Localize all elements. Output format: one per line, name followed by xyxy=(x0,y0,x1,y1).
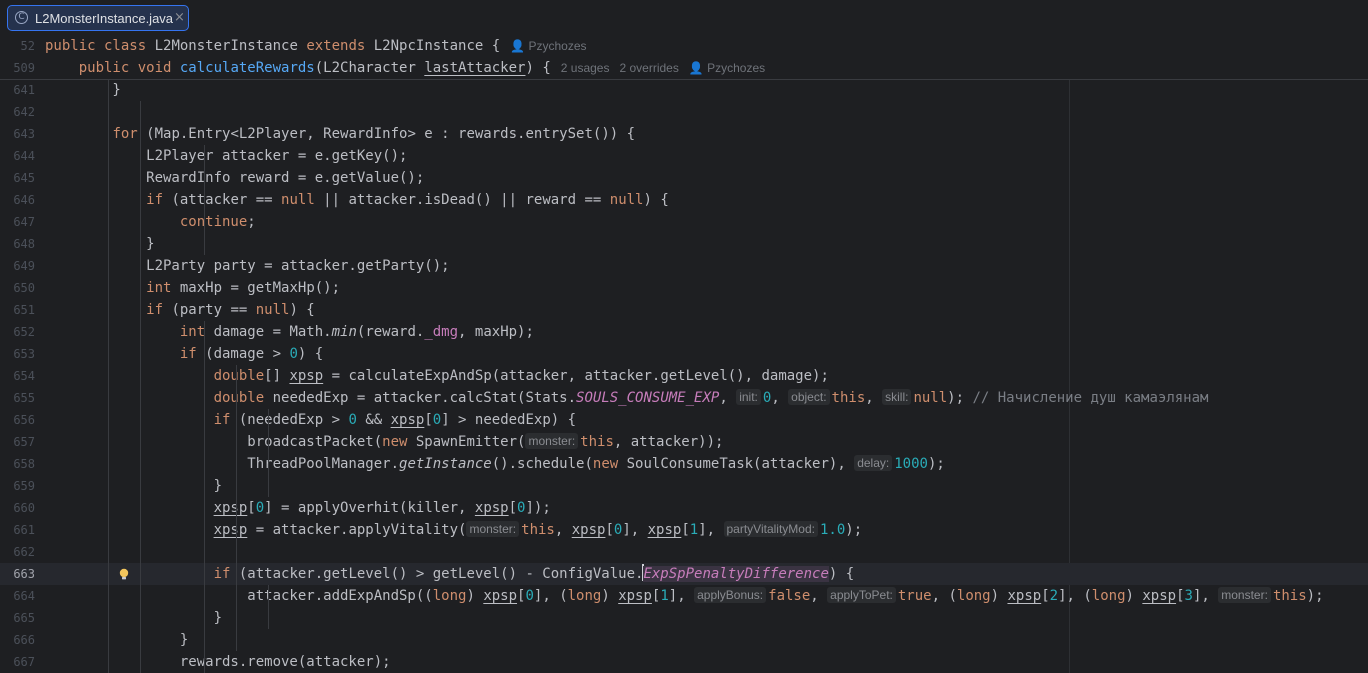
indent-guide xyxy=(268,585,269,629)
code-text[interactable]: if (party == null) { xyxy=(45,299,315,321)
indent-guide xyxy=(268,409,269,497)
current-line[interactable]: 663 if (attacker.getLevel() > getLevel()… xyxy=(0,563,1368,585)
code-text[interactable]: } xyxy=(45,475,222,497)
code-text[interactable]: int maxHp = getMaxHp(); xyxy=(45,277,340,299)
line-number[interactable]: 667 xyxy=(0,651,35,673)
line-number[interactable]: 643 xyxy=(0,123,35,145)
code-text[interactable]: public class L2MonsterInstance extends L… xyxy=(45,35,587,57)
line-number[interactable]: 661 xyxy=(0,519,35,541)
code-text[interactable]: } xyxy=(45,233,154,255)
line-number[interactable]: 652 xyxy=(0,321,35,343)
line-number[interactable]: 509 xyxy=(0,57,35,79)
code-text[interactable]: L2Party party = attacker.getParty(); xyxy=(45,255,449,277)
code-line[interactable]: 662 xyxy=(0,541,1368,563)
code-line[interactable]: 647 continue; xyxy=(0,211,1368,233)
line-number[interactable]: 641 xyxy=(0,79,35,101)
code-line[interactable]: 664 attacker.addExpAndSp((long) xpsp[0],… xyxy=(0,585,1368,607)
code-line[interactable]: 643 for (Map.Entry<L2Player, RewardInfo>… xyxy=(0,123,1368,145)
line-number[interactable]: 649 xyxy=(0,255,35,277)
line-number[interactable]: 662 xyxy=(0,541,35,563)
editor-tab-bar: C L2MonsterInstance.java × xyxy=(0,0,1368,37)
code-text[interactable]: if (damage > 0) { xyxy=(45,343,323,365)
code-text[interactable]: } xyxy=(45,79,120,101)
line-number[interactable]: 651 xyxy=(0,299,35,321)
indent-guide xyxy=(204,321,205,673)
close-icon[interactable]: × xyxy=(174,10,185,25)
line-number[interactable]: 642 xyxy=(0,101,35,123)
code-text[interactable]: ThreadPoolManager.getInstance().schedule… xyxy=(45,453,945,475)
indent-guide xyxy=(140,101,141,673)
line-number[interactable]: 663 xyxy=(0,563,35,585)
line-number[interactable]: 650 xyxy=(0,277,35,299)
code-line[interactable]: 651 if (party == null) { xyxy=(0,299,1368,321)
code-text[interactable]: } xyxy=(45,629,188,651)
code-text[interactable]: rewards.remove(attacker); xyxy=(45,651,391,673)
line-number[interactable]: 658 xyxy=(0,453,35,475)
line-number[interactable]: 665 xyxy=(0,607,35,629)
code-text[interactable]: double neededExp = attacker.calcStat(Sta… xyxy=(45,387,1208,409)
intention-bulb-icon[interactable] xyxy=(118,568,130,580)
code-line[interactable]: 641 } xyxy=(0,79,1368,101)
code-text[interactable]: RewardInfo reward = e.getValue(); xyxy=(45,167,424,189)
code-line[interactable]: 644 L2Player attacker = e.getKey(); xyxy=(0,145,1368,167)
line-number[interactable]: 666 xyxy=(0,629,35,651)
java-class-icon: C xyxy=(15,11,28,24)
code-line[interactable]: 659 } xyxy=(0,475,1368,497)
code-line[interactable]: 657 broadcastPacket(new SpawnEmitter(mon… xyxy=(0,431,1368,453)
line-number[interactable]: 660 xyxy=(0,497,35,519)
code-text[interactable]: double[] xpsp = calculateExpAndSp(attack… xyxy=(45,365,829,387)
indent-guide xyxy=(108,79,109,673)
line-number[interactable]: 653 xyxy=(0,343,35,365)
indent-guide xyxy=(236,365,237,651)
line-number[interactable]: 645 xyxy=(0,167,35,189)
code-line[interactable]: 646 if (attacker == null || attacker.isD… xyxy=(0,189,1368,211)
code-line[interactable]: 667 rewards.remove(attacker); xyxy=(0,651,1368,673)
tab-label: L2MonsterInstance.java xyxy=(35,11,174,26)
code-line[interactable]: 653 if (damage > 0) { xyxy=(0,343,1368,365)
line-number[interactable]: 664 xyxy=(0,585,35,607)
line-number[interactable]: 657 xyxy=(0,431,35,453)
line-number[interactable]: 646 xyxy=(0,189,35,211)
code-line[interactable]: 654 double[] xpsp = calculateExpAndSp(at… xyxy=(0,365,1368,387)
code-text[interactable]: } xyxy=(45,607,222,629)
code-line[interactable]: 652 int damage = Math.min(reward._dmg, m… xyxy=(0,321,1368,343)
indent-guide xyxy=(204,145,205,255)
sticky-line[interactable]: 509 public void calculateRewards(L2Chara… xyxy=(0,57,1368,79)
line-number[interactable]: 644 xyxy=(0,145,35,167)
code-line[interactable]: 650 int maxHp = getMaxHp(); xyxy=(0,277,1368,299)
sticky-line[interactable]: 52 public class L2MonsterInstance extends… xyxy=(0,35,1368,57)
code-line[interactable]: 649 L2Party party = attacker.getParty(); xyxy=(0,255,1368,277)
code-text[interactable]: L2Player attacker = e.getKey(); xyxy=(45,145,407,167)
code-text[interactable]: broadcastPacket(new SpawnEmitter(monster… xyxy=(45,431,723,453)
code-line[interactable]: 660 xpsp[0] = applyOverhit(killer, xpsp[… xyxy=(0,497,1368,519)
line-number[interactable]: 656 xyxy=(0,409,35,431)
code-line[interactable]: 645 RewardInfo reward = e.getValue(); xyxy=(0,167,1368,189)
code-text[interactable]: for (Map.Entry<L2Player, RewardInfo> e :… xyxy=(45,123,635,145)
code-text[interactable]: xpsp = attacker.applyVitality(monster: th… xyxy=(45,519,862,541)
code-text[interactable]: if (attacker.getLevel() > getLevel() - C… xyxy=(45,563,854,585)
code-line[interactable]: 655 double neededExp = attacker.calcStat… xyxy=(0,387,1368,409)
code-line[interactable]: 658 ThreadPoolManager.getInstance().sche… xyxy=(0,453,1368,475)
code-text[interactable]: xpsp[0] = applyOverhit(killer, xpsp[0]); xyxy=(45,497,551,519)
line-number[interactable]: 655 xyxy=(0,387,35,409)
code-text[interactable]: int damage = Math.min(reward._dmg, maxHp… xyxy=(45,321,534,343)
code-line[interactable]: 648 } xyxy=(0,233,1368,255)
line-number[interactable]: 648 xyxy=(0,233,35,255)
line-number[interactable]: 52 xyxy=(0,35,35,57)
code-line[interactable]: 661 xpsp = attacker.applyVitality(monste… xyxy=(0,519,1368,541)
line-number[interactable]: 654 xyxy=(0,365,35,387)
code-text[interactable]: if (attacker == null || attacker.isDead(… xyxy=(45,189,669,211)
code-line[interactable]: 642 xyxy=(0,101,1368,123)
code-line[interactable]: 666 } xyxy=(0,629,1368,651)
line-number[interactable]: 659 xyxy=(0,475,35,497)
code-text[interactable]: if (neededExp > 0 && xpsp[0] > neededExp… xyxy=(45,409,576,431)
tab-l2monsterinstance[interactable]: C L2MonsterInstance.java × xyxy=(7,5,189,31)
code-text[interactable]: public void calculateRewards(L2Character… xyxy=(45,57,765,79)
code-line[interactable]: 656 if (neededExp > 0 && xpsp[0] > neede… xyxy=(0,409,1368,431)
code-text[interactable]: continue; xyxy=(45,211,256,233)
line-number[interactable]: 647 xyxy=(0,211,35,233)
code-line[interactable]: 665 } xyxy=(0,607,1368,629)
